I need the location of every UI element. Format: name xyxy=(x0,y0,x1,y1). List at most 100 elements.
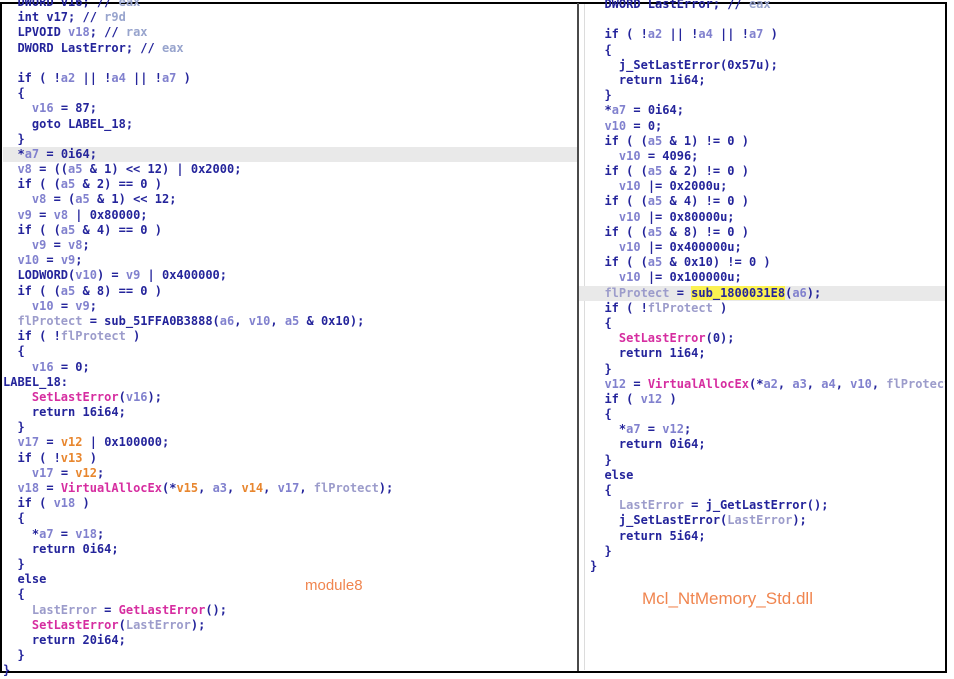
code-line[interactable]: } xyxy=(579,362,945,377)
code-line[interactable]: if ( (a5 & 8) == 0 ) xyxy=(3,284,577,299)
code-line[interactable]: v18 = VirtualAllocEx(*v15, a3, v14, v17,… xyxy=(3,481,577,496)
code-line[interactable]: } xyxy=(3,648,577,663)
code-line[interactable]: { xyxy=(3,344,577,359)
code-line[interactable]: } xyxy=(579,559,945,574)
code-line[interactable]: return 5i64; xyxy=(579,529,945,544)
code-line[interactable]: j_SetLastError(0x57u); xyxy=(579,58,945,73)
code-line[interactable]: return 1i64; xyxy=(579,73,945,88)
code-line[interactable]: LPVOID v18; // rax xyxy=(3,25,577,40)
code-line[interactable]: v10 |= 0x400000u; xyxy=(579,240,945,255)
code-token xyxy=(3,603,32,617)
code-line[interactable]: if ( !v13 ) xyxy=(3,451,577,466)
code-token: |= 0x2000u; xyxy=(641,179,728,193)
code-line[interactable]: DWORD v16; // eax xyxy=(3,0,577,10)
code-line[interactable]: int v17; // r9d xyxy=(3,10,577,25)
code-line[interactable]: v10 = 0; xyxy=(579,119,945,134)
code-line[interactable]: v10 = v9; xyxy=(3,299,577,314)
code-token: eax xyxy=(742,0,771,11)
code-line[interactable]: { xyxy=(579,43,945,58)
code-line[interactable]: *a7 = 0i64; xyxy=(579,103,945,118)
code-line[interactable]: LastError = GetLastError(); xyxy=(3,603,577,618)
code-line[interactable]: { xyxy=(579,407,945,422)
code-token: = xyxy=(641,422,663,436)
code-line[interactable]: { xyxy=(3,511,577,526)
code-line[interactable]: LastError = j_GetLastError(); xyxy=(579,498,945,513)
code-line[interactable]: { xyxy=(3,86,577,101)
code-line[interactable]: v8 = (a5 & 1) << 12; xyxy=(3,192,577,207)
code-line[interactable]: v10 |= 0x80000u; xyxy=(579,210,945,225)
code-line[interactable]: *a7 = v12; xyxy=(579,422,945,437)
code-line[interactable]: else xyxy=(3,572,577,587)
code-line[interactable]: if ( (a5 & 4) != 0 ) xyxy=(579,194,945,209)
code-line[interactable]: v8 = ((a5 & 1) << 12) | 0x2000; xyxy=(3,162,577,177)
code-token: return 1i64; xyxy=(590,73,706,87)
code-line[interactable]: return 0i64; xyxy=(3,542,577,557)
code-token: v10 xyxy=(604,119,626,133)
code-line[interactable]: } xyxy=(3,557,577,572)
code-line[interactable]: j_SetLastError(LastError); xyxy=(579,513,945,528)
code-line[interactable]: v10 = 4096; xyxy=(579,149,945,164)
code-line[interactable]: if ( v18 ) xyxy=(3,496,577,511)
code-line[interactable]: if ( (a5 & 4) == 0 ) xyxy=(3,223,577,238)
code-line[interactable]: if ( v12 ) xyxy=(579,392,945,407)
code-line[interactable]: v9 = v8; xyxy=(3,238,577,253)
highlighted-code-line[interactable]: *a7 = 0i64; xyxy=(3,147,577,162)
code-line[interactable]: return 16i64; xyxy=(3,405,577,420)
code-token: = xyxy=(39,435,61,449)
code-line[interactable]: v9 = v8 | 0x80000; xyxy=(3,208,577,223)
code-line[interactable]: } xyxy=(3,132,577,147)
code-line[interactable]: { xyxy=(579,316,945,331)
code-line[interactable]: else xyxy=(579,468,945,483)
code-line[interactable]: v10 |= 0x100000u; xyxy=(579,270,945,285)
code-token: } xyxy=(590,559,597,573)
code-token xyxy=(3,192,32,206)
code-token: = xyxy=(54,466,76,480)
code-line[interactable]: } xyxy=(579,453,945,468)
code-token xyxy=(590,377,604,391)
code-line[interactable]: v16 = 87; xyxy=(3,101,577,116)
code-token: DWORD v16; xyxy=(3,0,97,9)
code-line[interactable]: if ( (a5 & 8) != 0 ) xyxy=(579,225,945,240)
code-line[interactable] xyxy=(579,12,945,27)
code-line[interactable]: SetLastError(LastError); xyxy=(3,618,577,633)
code-line[interactable]: goto LABEL_18; xyxy=(3,117,577,132)
code-token: v12 xyxy=(604,377,626,391)
right-code-panel[interactable]: DWORD LastError; // eax if ( !a2 || !a4 … xyxy=(579,0,945,679)
code-line[interactable]: } xyxy=(3,420,577,435)
code-line[interactable]: v17 = v12; xyxy=(3,466,577,481)
code-line[interactable]: SetLastError(v16); xyxy=(3,390,577,405)
code-line[interactable]: } xyxy=(3,663,577,678)
code-line[interactable]: v12 = VirtualAllocEx(*a2, a3, a4, v10, f… xyxy=(579,377,945,392)
code-line[interactable]: if ( (a5 & 2) != 0 ) xyxy=(579,164,945,179)
code-line[interactable]: return 1i64; xyxy=(579,346,945,361)
code-line[interactable]: return 20i64; xyxy=(3,633,577,648)
code-line[interactable]: } xyxy=(579,88,945,103)
code-line[interactable]: v10 = v9; xyxy=(3,253,577,268)
code-line[interactable]: v10 |= 0x2000u; xyxy=(579,179,945,194)
left-code-panel[interactable]: DWORD v16; // eax int v17; // r9d LPVOID… xyxy=(3,0,577,679)
code-token xyxy=(590,119,604,133)
code-line[interactable]: if ( !a2 || !a4 || !a7 ) xyxy=(3,71,577,86)
code-line[interactable]: if ( !flProtect ) xyxy=(579,301,945,316)
highlighted-code-line[interactable]: flProtect = sub_1800031E8(a6); xyxy=(579,286,945,301)
code-line[interactable]: *a7 = v18; xyxy=(3,527,577,542)
code-line[interactable]: } xyxy=(579,544,945,559)
code-line[interactable]: if ( (a5 & 0x10) != 0 ) xyxy=(579,255,945,270)
code-line[interactable]: DWORD LastError; // eax xyxy=(3,41,577,56)
code-token: ); xyxy=(807,286,821,300)
code-line[interactable]: v16 = 0; xyxy=(3,360,577,375)
code-line[interactable]: return 0i64; xyxy=(579,437,945,452)
code-line[interactable]: { xyxy=(579,483,945,498)
code-line[interactable]: LABEL_18: xyxy=(3,375,577,390)
code-line[interactable]: DWORD LastError; // eax xyxy=(579,0,945,12)
code-line[interactable]: v17 = v12 | 0x100000; xyxy=(3,435,577,450)
code-line[interactable] xyxy=(3,56,577,71)
code-line[interactable]: if ( (a5 & 2) == 0 ) xyxy=(3,177,577,192)
code-line[interactable]: if ( !flProtect ) xyxy=(3,329,577,344)
code-line[interactable]: SetLastError(0); xyxy=(579,331,945,346)
code-line[interactable]: { xyxy=(3,587,577,602)
code-line[interactable]: if ( !a2 || !a4 || !a7 ) xyxy=(579,27,945,42)
code-line[interactable]: LODWORD(v10) = v9 | 0x400000; xyxy=(3,268,577,283)
code-line[interactable]: if ( (a5 & 1) != 0 ) xyxy=(579,134,945,149)
code-line[interactable]: flProtect = sub_51FFA0B3888(a6, v10, a5 … xyxy=(3,314,577,329)
